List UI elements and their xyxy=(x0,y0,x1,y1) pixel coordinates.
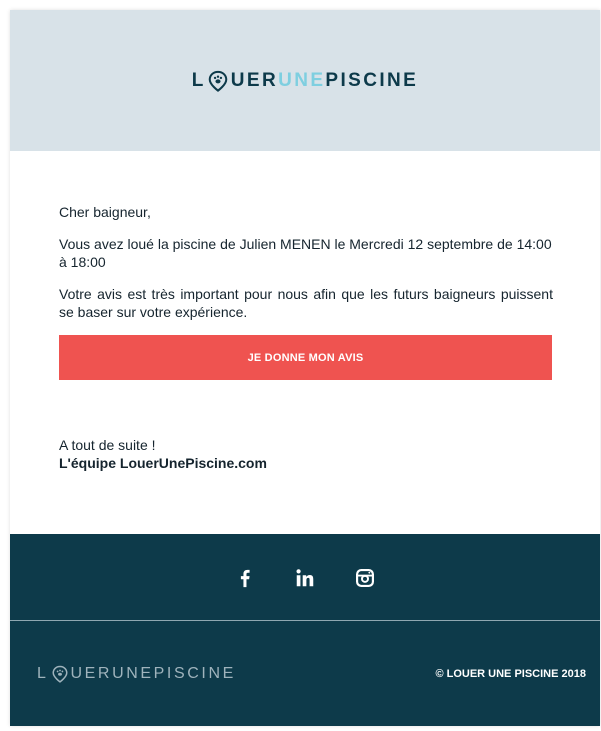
email-frame: L UER UNE PISCINE Cher baigneur, Vous av… xyxy=(10,10,600,726)
instagram-icon[interactable] xyxy=(353,566,377,590)
logo-part-une: UNE xyxy=(278,69,326,91)
greeting: Cher baigneur, xyxy=(59,204,151,220)
signoff: A tout de suite ! L'équipe LouerUnePisci… xyxy=(59,436,553,472)
logo-letter-l: L xyxy=(191,69,206,91)
social-links xyxy=(10,534,600,620)
logo-part-piscine: PISCINE xyxy=(325,69,419,91)
footer-logo[interactable]: L UERUNEPISCINE xyxy=(37,665,236,683)
signoff-line: A tout de suite ! xyxy=(59,437,156,453)
rental-info: Vous avez loué la piscine de Julien MENE… xyxy=(59,236,552,270)
email-header: L UER UNE PISCINE xyxy=(10,10,600,151)
pin-paw-icon xyxy=(207,70,229,92)
review-request: Votre avis est très important pour nous … xyxy=(59,286,553,320)
email-footer: L UERUNEPISCINE © LOUER UNE PISCINE 2018 xyxy=(10,534,600,726)
logo-part-louer: UER xyxy=(230,69,279,91)
copyright: © LOUER UNE PISCINE 2018 xyxy=(435,667,586,680)
team-signature: L'équipe LouerUnePiscine.com xyxy=(59,455,267,471)
footer-logo-text: UERUNEPISCINE xyxy=(70,664,236,682)
linkedin-icon[interactable] xyxy=(293,566,317,590)
facebook-icon[interactable] xyxy=(233,566,257,590)
footer-pin-icon xyxy=(51,665,69,683)
footer-logo-letter-l: L xyxy=(37,664,49,682)
footer-bottom-row: L UERUNEPISCINE © LOUER UNE PISCINE 2018 xyxy=(10,621,600,726)
give-review-button[interactable]: JE DONNE MON AVIS xyxy=(59,335,552,380)
email-body: Cher baigneur, Vous avez loué la piscine… xyxy=(10,151,600,472)
brand-logo[interactable]: L UER UNE PISCINE xyxy=(192,70,419,92)
